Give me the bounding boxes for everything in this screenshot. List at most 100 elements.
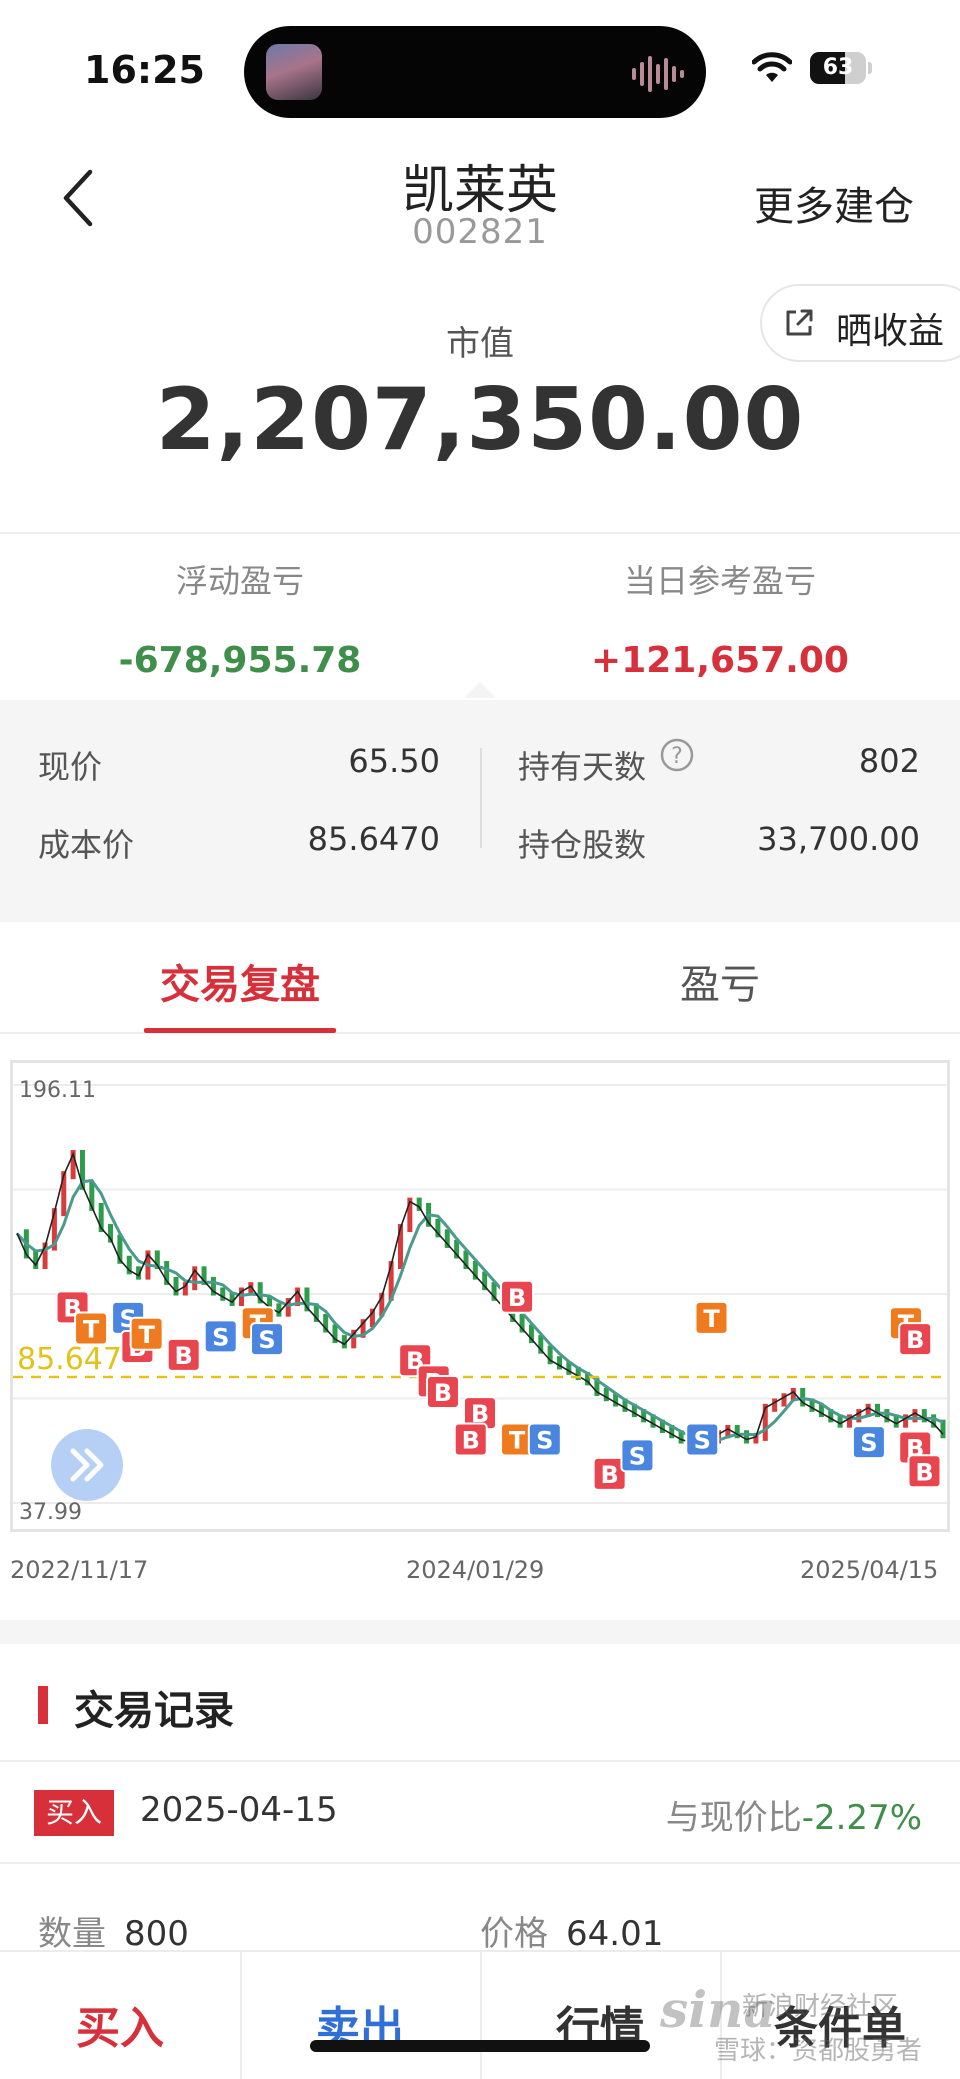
price-candle: [781, 1393, 787, 1407]
x-axis-label-start: 2022/11/17: [10, 1556, 149, 1584]
holding-days-label: 持有天数: [518, 748, 647, 786]
trade-marker-s[interactable]: S: [685, 1422, 720, 1457]
qty-label: 数量: [38, 1914, 106, 1954]
trade-marker-letter: B: [434, 1379, 452, 1407]
trade-marker-b[interactable]: B: [500, 1279, 535, 1314]
trade-type-badge: 买入: [34, 1790, 114, 1836]
trade-marker-s[interactable]: S: [203, 1319, 238, 1354]
watermark: sina 新浪财经社区 雪球：资都股勇者: [660, 1980, 960, 2076]
trade-marker-letter: S: [212, 1323, 229, 1351]
tab-pnl[interactable]: 盈亏: [480, 952, 960, 1010]
wifi-icon: [752, 52, 792, 82]
trade-marker-s[interactable]: S: [620, 1438, 655, 1473]
trade-marker-b[interactable]: B: [898, 1322, 933, 1357]
trade-marker-b[interactable]: B: [425, 1374, 460, 1409]
price-candle: [603, 1387, 609, 1402]
price-candle: [772, 1398, 778, 1412]
status-bar: 16:25 63: [0, 0, 960, 140]
trade-marker-letter: B: [175, 1342, 193, 1370]
tab-bar: 交易复盘 盈亏: [0, 922, 960, 1034]
watermark-line2: 雪球：资都股勇者: [714, 2036, 923, 2066]
trade-marker-t[interactable]: T: [694, 1300, 729, 1335]
trade-marker-t[interactable]: T: [74, 1311, 109, 1346]
trade-price: 价格 64.01: [480, 1906, 663, 1955]
price-candle: [33, 1250, 39, 1270]
details-divider: [480, 748, 482, 848]
floating-pnl-label: 浮动盈亏: [175, 562, 304, 600]
battery-percent: 63: [822, 55, 854, 80]
more-positions-button[interactable]: 更多建仓: [754, 174, 914, 232]
trade-qty: 数量 800: [38, 1906, 189, 1955]
trade-marker-letter: B: [906, 1326, 924, 1354]
position-details: 现价 65.50 成本价 85.6470 持有天数 ? 802 持仓股数 33,…: [0, 700, 960, 922]
market-value: 2,207,350.00: [155, 370, 805, 470]
trade-marker-letter: S: [258, 1326, 275, 1354]
divider: [0, 1760, 960, 1762]
price-candle: [220, 1287, 226, 1301]
trade-marker-b[interactable]: B: [907, 1454, 942, 1489]
trade-price-value: 64.01: [566, 1914, 664, 1954]
daily-pnl: 当日参考盈亏 +121,657.00: [480, 556, 960, 681]
price-value: 65.50: [348, 742, 440, 780]
trade-marker-letter: S: [860, 1429, 877, 1457]
holding-days-value: 802: [858, 742, 920, 780]
help-icon[interactable]: ?: [660, 738, 694, 772]
audio-waveform-icon: [632, 56, 684, 92]
shares-label: 持仓股数: [518, 826, 647, 864]
trade-marker-b[interactable]: B: [166, 1337, 201, 1372]
floating-pnl-value: -678,955.78: [118, 640, 362, 681]
divider: [0, 532, 960, 534]
trade-marker-s[interactable]: S: [851, 1425, 886, 1460]
daily-pnl-value: +121,657.00: [591, 640, 849, 681]
battery-icon: 63: [810, 52, 866, 84]
nav-bar: 凯莱英 002821 更多建仓: [0, 140, 960, 260]
trade-marker-letter: T: [703, 1305, 720, 1333]
daily-pnl-label: 当日参考盈亏: [623, 562, 816, 600]
svg-text:?: ?: [671, 744, 683, 769]
divider: [0, 1862, 960, 1864]
trade-marker-letter: B: [600, 1461, 618, 1489]
watermark-line1: 新浪财经社区: [742, 1992, 899, 2022]
x-axis-label-mid: 2024/01/29: [406, 1556, 545, 1584]
trade-marker-letter: T: [138, 1321, 155, 1349]
price-candle: [912, 1409, 918, 1423]
trade-marker-letter: B: [508, 1284, 526, 1312]
sell-button[interactable]: 卖出: [240, 1952, 480, 2079]
qty-value: 800: [124, 1914, 189, 1954]
trade-marker-b[interactable]: B: [453, 1422, 488, 1457]
price-candle: [856, 1409, 862, 1423]
home-indicator[interactable]: [310, 2040, 650, 2052]
status-time: 16:25: [84, 48, 205, 92]
trade-price-label: 价格: [480, 1914, 548, 1954]
dynamic-island[interactable]: [244, 26, 706, 118]
now-playing-artwork: [266, 44, 322, 100]
trade-marker-letter: T: [83, 1315, 100, 1343]
floating-pnl: 浮动盈亏 -678,955.78: [0, 556, 480, 681]
trade-marker-letter: S: [629, 1442, 646, 1470]
y-axis-min-label: 37.99: [19, 1500, 82, 1525]
trade-records-title: 交易记录: [74, 1688, 234, 1734]
caret-indicator: [464, 682, 496, 698]
chart-canvas: 196.1137.9985.647BTSBTBSTSBBBBBBTSBSTSST…: [13, 1078, 947, 1525]
trade-marker-letter: B: [915, 1458, 933, 1486]
trade-date: 2025-04-15: [140, 1790, 338, 1830]
trade-marker-t[interactable]: T: [129, 1316, 164, 1351]
section-gap: [0, 1620, 960, 1644]
trade-marker-letter: S: [536, 1427, 553, 1455]
y-axis-max-label: 196.11: [19, 1078, 96, 1103]
buy-button[interactable]: 买入: [0, 1952, 240, 2079]
active-tab-indicator: [144, 1028, 336, 1033]
price-candle: [884, 1409, 890, 1423]
compare-to-price: 与现价比-2.27%: [666, 1790, 922, 1839]
tab-trade-review[interactable]: 交易复盘: [0, 952, 480, 1010]
section-marker: [38, 1686, 48, 1724]
trade-marker-s[interactable]: S: [527, 1422, 562, 1457]
price-candle: [921, 1409, 927, 1423]
trade-marker-s[interactable]: S: [250, 1322, 285, 1357]
chart-expand-icon[interactable]: [51, 1429, 123, 1501]
x-axis-label-end: 2025/04/15: [800, 1556, 939, 1584]
price-candle: [557, 1356, 563, 1370]
market-value-label: 市值: [446, 324, 514, 364]
trade-review-chart[interactable]: 196.1137.9985.647BTSBTBSTSBBBBBBTSBSTSST…: [10, 1060, 950, 1532]
cost-label: 成本价: [38, 826, 135, 864]
